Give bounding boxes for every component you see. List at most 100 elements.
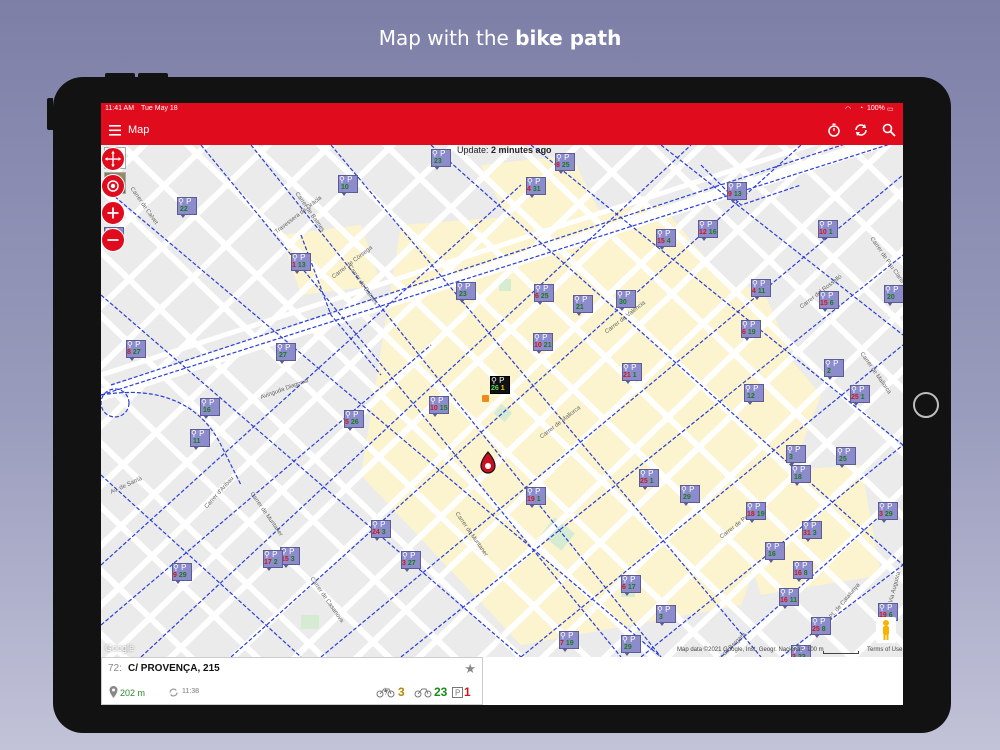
station-counts: 3 27 bbox=[402, 560, 416, 568]
station-ebike-count: 3 bbox=[402, 560, 406, 567]
station-marker[interactable]: ⚲ P 16 8 bbox=[793, 561, 813, 582]
user-location-pin-icon[interactable] bbox=[479, 451, 497, 477]
station-marker[interactable]: ⚲ P 25 bbox=[836, 447, 856, 468]
station-ebike-count: 15 bbox=[820, 300, 828, 307]
station-marker[interactable]: ⚲ P 6 17 bbox=[621, 575, 641, 596]
station-marker[interactable]: ⚲ P 25 1 bbox=[639, 469, 659, 490]
station-marker[interactable]: ⚲ P 3 29 bbox=[878, 502, 898, 523]
station-marker[interactable]: ⚲ P2 bbox=[824, 359, 844, 380]
station-info-card[interactable]: 72: C/ PROVENÇA, 215 ★ 202 m 11:38 3 23 … bbox=[101, 657, 483, 705]
station-counts: 23 bbox=[432, 158, 442, 166]
station-marker[interactable]: ⚲ P3 bbox=[656, 605, 676, 626]
station-counts: 6 25 bbox=[535, 293, 549, 301]
station-marker[interactable]: ⚲ P 18 bbox=[791, 465, 811, 486]
station-marker[interactable]: ⚲ P 16 11 bbox=[779, 588, 799, 609]
favorite-star-icon[interactable]: ★ bbox=[464, 661, 476, 677]
station-marker[interactable]: ⚲ P 8 27 bbox=[126, 340, 146, 361]
station-marker[interactable]: ⚲ P 4 11 bbox=[751, 279, 771, 300]
home-button[interactable] bbox=[913, 392, 939, 418]
station-marker[interactable]: ⚲ P 25 8 bbox=[811, 617, 831, 638]
station-marker[interactable]: ⚲ P 31 3 bbox=[802, 521, 822, 542]
station-bike-count: 13 bbox=[297, 262, 306, 269]
station-marker[interactable]: ⚲ P 16 bbox=[200, 398, 220, 419]
station-marker[interactable]: ⚲ P 19 1 bbox=[526, 487, 546, 508]
locate-icon[interactable] bbox=[101, 174, 125, 198]
station-marker[interactable]: ⚲ P 10 1 bbox=[818, 220, 838, 241]
stopwatch-icon[interactable] bbox=[825, 121, 843, 139]
station-marker[interactable]: ⚲ P 10 bbox=[338, 175, 358, 196]
station-marker[interactable]: ⚲ P 6 19 bbox=[741, 320, 761, 341]
station-bike-count: 11 bbox=[193, 438, 201, 445]
station-marker[interactable]: ⚲ P 6 25 bbox=[534, 284, 554, 305]
station-marker[interactable]: ⚲ P3 bbox=[786, 445, 806, 466]
map-view[interactable]: Carrer de Balmes Carrer de Balmes Carrer d… bbox=[101, 145, 903, 657]
refresh-icon[interactable] bbox=[852, 121, 870, 139]
station-marker[interactable]: ⚲ P 15 6 bbox=[819, 291, 839, 312]
station-counts: 16 bbox=[201, 407, 211, 415]
station-counts: 4 11 bbox=[752, 288, 765, 296]
selected-station-marker[interactable]: ⚲ P 26 1 bbox=[490, 376, 510, 394]
station-pointer bbox=[529, 504, 535, 508]
station-marker[interactable]: ⚲ P 10 15 bbox=[429, 396, 449, 417]
station-bike-count: 13 bbox=[733, 191, 742, 198]
terms-link[interactable]: Terms of Use bbox=[867, 647, 902, 653]
station-marker[interactable]: ⚲ P 21 bbox=[573, 295, 593, 316]
station-counts: 23 bbox=[457, 291, 467, 299]
station-marker[interactable]: ⚲ P 27 bbox=[276, 343, 296, 364]
station-marker[interactable]: ⚲ P 20 bbox=[884, 285, 903, 306]
station-pointer bbox=[659, 246, 665, 250]
station-pointer bbox=[827, 376, 833, 380]
station-ebike-count: 1 bbox=[292, 262, 296, 269]
station-marker[interactable]: ⚲ P 29 bbox=[621, 635, 641, 656]
station-marker[interactable]: ⚲ P 8 25 bbox=[555, 153, 575, 174]
station-marker[interactable]: ⚲ P 17 2 bbox=[263, 550, 283, 571]
station-marker[interactable]: ⚲ P 15 4 bbox=[656, 229, 676, 250]
zoom-out-icon[interactable] bbox=[101, 228, 125, 252]
menu-icon[interactable] bbox=[107, 121, 125, 139]
bike-parking-icon: ⚲ P bbox=[560, 631, 574, 640]
station-marker[interactable]: ⚲ P 23 bbox=[431, 149, 451, 170]
update-banner: Update: 2 minutes ago bbox=[457, 145, 552, 155]
shop-marker-icon bbox=[482, 395, 489, 402]
bike-parking-icon: ⚲ P bbox=[742, 320, 756, 329]
station-counts: 3 29 bbox=[879, 511, 893, 519]
station-marker[interactable]: ⚲ P 1 13 bbox=[291, 253, 311, 274]
zoom-in-icon[interactable] bbox=[101, 201, 125, 225]
update-label: Update: bbox=[457, 145, 489, 155]
station-marker[interactable]: ⚲ P 12 16 bbox=[698, 220, 718, 241]
station-marker[interactable]: ⚲ P 18 19 bbox=[746, 502, 766, 523]
station-bike-count: 29 bbox=[683, 494, 691, 501]
station-marker[interactable]: ⚲ P 25 1 bbox=[850, 385, 870, 406]
bike-parking-icon: ⚲ P bbox=[178, 197, 192, 206]
station-marker[interactable]: ⚲ P 24 3 bbox=[371, 520, 391, 541]
search-icon[interactable] bbox=[880, 121, 898, 139]
station-counts: 19 1 bbox=[527, 496, 541, 504]
station-bike-count: 12 bbox=[747, 393, 755, 400]
station-marker[interactable]: ⚲ P 16 bbox=[765, 542, 785, 563]
move-icon[interactable] bbox=[101, 147, 125, 171]
station-marker[interactable]: ⚲ P 7 19 bbox=[559, 631, 579, 652]
station-marker[interactable]: ⚲ P 11 bbox=[190, 429, 210, 450]
station-ebike-count: 7 bbox=[560, 640, 564, 647]
station-marker[interactable]: ⚲ P 9 29 bbox=[172, 563, 192, 584]
station-marker[interactable]: ⚲ P 10 21 bbox=[533, 333, 553, 354]
station-marker[interactable]: ⚲ P 4 31 bbox=[526, 177, 546, 198]
bike-parking-icon: ⚲ P bbox=[264, 550, 278, 559]
station-marker[interactable]: ⚲ P 5 26 bbox=[344, 410, 364, 431]
street-view-pegman-icon[interactable] bbox=[876, 617, 896, 643]
station-ebike-count: 10 bbox=[819, 229, 827, 236]
station-marker[interactable]: ⚲ P 3 27 bbox=[401, 551, 421, 572]
station-marker[interactable]: ⚲ P 30 bbox=[616, 290, 636, 311]
bike-parking-icon: ⚲ P bbox=[623, 363, 637, 372]
station-marker[interactable]: ⚲ P 29 bbox=[680, 485, 700, 506]
station-marker[interactable]: ⚲ P 21 1 bbox=[622, 363, 642, 384]
station-pointer bbox=[404, 568, 410, 572]
station-marker[interactable]: ⚲ P 9 13 bbox=[727, 182, 747, 203]
station-marker[interactable]: ⚲ P 15 3 bbox=[280, 547, 300, 568]
station-marker[interactable]: ⚲ P 23 bbox=[456, 282, 476, 303]
status-bar: 11:41 AM Tue May 18 ◠ ◔ 100% ▭ bbox=[101, 103, 903, 115]
station-marker[interactable]: ⚲ P 12 bbox=[744, 384, 764, 405]
station-pointer bbox=[619, 307, 625, 311]
station-counts: 21 1 bbox=[623, 372, 637, 380]
station-marker[interactable]: ⚲ P 22 bbox=[177, 197, 197, 218]
